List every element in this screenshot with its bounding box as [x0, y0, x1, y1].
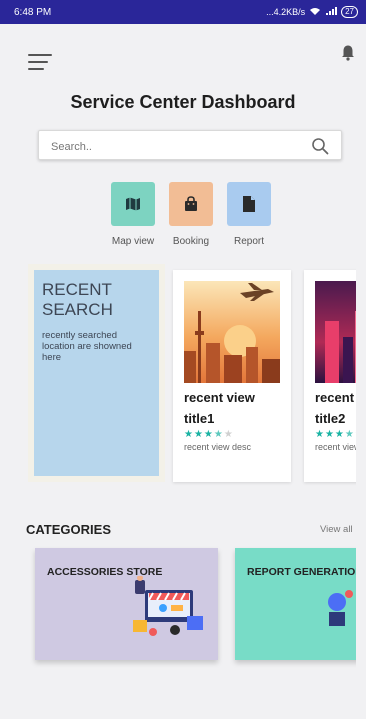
recent-view-title-line2: title1: [184, 411, 215, 426]
recent-search-card[interactable]: RECENT SEARCH recently searched location…: [28, 264, 165, 482]
online-store-illustration: [133, 576, 203, 636]
recent-view-card-1[interactable]: recent view title1 ★★★★★ recent view des…: [173, 270, 291, 482]
star-rating: ★★★★★: [184, 429, 234, 440]
recent-view-title-line2: title2: [315, 411, 346, 426]
category-label: REPORT GENERATION: [247, 566, 356, 578]
recent-view-description: recent view desc: [315, 442, 356, 452]
city-night-image: [315, 281, 356, 383]
recent-view-description: recent view desc: [184, 442, 252, 452]
recent-search-panel: RECENT SEARCH recently searched location…: [34, 270, 159, 476]
recent-search-description: recently searched location are showned h…: [42, 330, 132, 363]
recent-view-title-line1: recent view: [315, 390, 356, 405]
categories-heading: CATEGORIES: [26, 522, 111, 537]
category-accessories-store[interactable]: ACCESSORIES STORE: [35, 548, 218, 660]
recent-search-title: RECENT SEARCH: [42, 280, 113, 319]
recent-view-title-line1: recent view: [184, 390, 255, 405]
view-all-link[interactable]: View all: [320, 524, 353, 535]
scroll-area: RECENT SEARCH recently searched location…: [0, 0, 356, 719]
report-illustration: [328, 590, 353, 626]
recent-view-card-2[interactable]: recent view title2 ★★★★★ recent view des…: [304, 270, 356, 482]
star-rating: ★★★★★: [315, 429, 356, 440]
city-sunset-image: [184, 281, 280, 383]
category-report-generation[interactable]: REPORT GENERATION: [235, 548, 356, 660]
